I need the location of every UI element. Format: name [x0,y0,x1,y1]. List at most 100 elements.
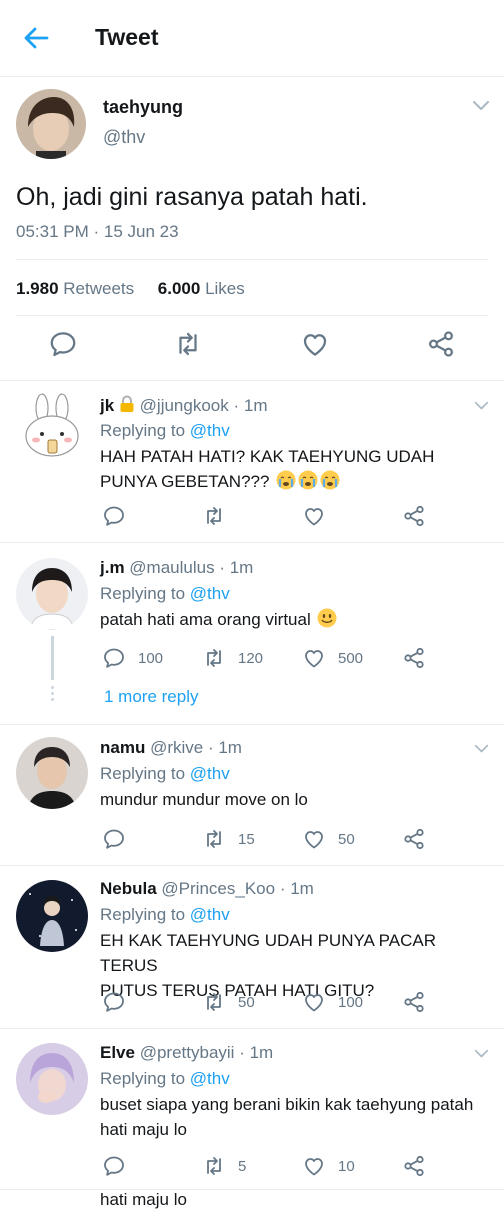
replying-to: Replying to @thv [100,905,230,925]
chevron-down-icon[interactable] [472,99,490,113]
reply-time: · 1m [279,879,314,898]
retweet-button[interactable] [202,504,238,528]
divider [16,259,488,260]
author-name[interactable]: taehyung [103,97,183,118]
reply-author-name[interactable]: jk [100,396,114,415]
replying-to: Replying to @thv [100,764,230,784]
retweet-icon [202,990,226,1014]
crying-emoji [276,470,296,490]
avatar[interactable] [16,392,88,464]
like-icon [302,504,326,528]
replying-label: Replying to [100,1069,186,1088]
replying-to-link[interactable]: @thv [190,421,230,440]
likes-count[interactable]: 6.000 [158,279,201,298]
reply-button[interactable] [102,827,138,851]
reply-tweet[interactable]: namu @rkive · 1m Replying to @thv mundur… [0,725,504,866]
replying-label: Replying to [100,584,186,603]
retweet-button[interactable]: 120 [202,646,263,670]
replying-to-link[interactable]: @thv [190,584,230,603]
reply-header: namu @rkive · 1m [100,738,242,758]
likes-label[interactable]: Likes [205,279,245,298]
like-count: 500 [338,649,364,667]
replying-to: Replying to @thv [100,584,230,604]
replying-to-link[interactable]: @thv [190,1069,230,1088]
reply-icon [102,504,126,528]
replying-to-link[interactable]: @thv [190,764,230,783]
reply-tweet[interactable]: jk @jjungkook · 1m Replying to @thv HAH … [0,380,504,543]
main-tweet: taehyung @thv Oh, jadi gini rasanya pata… [0,77,504,381]
like-icon[interactable] [300,329,330,359]
reply-author-name[interactable]: j.m [100,558,125,577]
share-icon[interactable] [426,329,456,359]
reply-author-name[interactable]: Elve [100,1043,135,1062]
retweet-button[interactable]: 5 [202,1154,246,1178]
reply-author-handle[interactable]: @maululus [129,558,214,577]
reply-tweet[interactable]: Elve @prettybayii · 1m Replying to @thv … [0,1029,504,1190]
tweet-stats: 1.980 Retweets 6.000 Likes [16,279,245,299]
retweet-icon[interactable] [173,329,203,359]
share-icon [402,990,426,1014]
reply-author-handle[interactable]: @prettybayii [140,1043,235,1062]
like-icon [302,990,326,1014]
replying-label: Replying to [100,764,186,783]
reply-button[interactable] [102,990,138,1014]
retweet-count: 5 [238,1157,247,1175]
reply-author-handle[interactable]: @Princes_Koo [161,879,275,898]
reply-icon [102,827,126,851]
share-button[interactable] [402,827,426,851]
retweet-button[interactable]: 50 [202,990,255,1014]
like-button[interactable] [302,504,338,528]
avatar[interactable] [16,880,88,952]
crying-emoji [298,470,318,490]
reply-button[interactable]: 100 [102,646,163,670]
reply-icon[interactable] [48,329,78,359]
reply-header: j.m @maululus · 1m [100,558,253,578]
avatar[interactable] [16,558,88,630]
retweets-count[interactable]: 1.980 [16,279,59,298]
avatar[interactable] [16,1043,88,1115]
replying-to-link[interactable]: @thv [190,905,230,924]
like-button[interactable]: 50 [302,827,355,851]
peek-text: hati maju lo [100,1190,187,1209]
reply-text-line: PUTUS TERUS PATAH HATI GITU? [100,981,375,1000]
avatar[interactable] [16,89,86,159]
replying-to: Replying to @thv [100,421,230,441]
crying-emoji [320,470,340,490]
reply-text: HAH PATAH HATI? KAK TAEHYUNG UDAH PUNYA … [100,444,490,494]
reply-text-line: PUNYA GEBETAN??? [100,472,270,491]
share-button[interactable] [402,504,426,528]
share-button[interactable] [402,646,426,670]
retweet-icon [202,504,226,528]
arrow-left-icon[interactable] [22,24,50,52]
reply-time: · 1m [239,1043,274,1062]
reply-tweet[interactable]: Nebula @Princes_Koo · 1m Replying to @th… [0,866,504,1029]
retweets-label[interactable]: Retweets [63,279,134,298]
more-replies-link[interactable]: 1 more reply [104,687,198,707]
retweet-button[interactable]: 15 [202,827,255,851]
smiley-emoji [317,608,337,628]
chevron-down-icon[interactable] [474,1048,489,1060]
reply-button[interactable] [102,1154,138,1178]
reply-time: · 1m [233,396,268,415]
avatar[interactable] [16,737,88,809]
share-button[interactable] [402,990,426,1014]
reply-text-line: EH KAK TAEHYUNG UDAH PUNYA PACAR TERUS [100,931,436,975]
like-button[interactable]: 10 [302,1154,355,1178]
reply-text: mundur mundur move on lo [100,790,308,809]
reply-button[interactable] [102,504,138,528]
reply-author-name[interactable]: namu [100,738,145,757]
reply-tweet[interactable]: j.m @maululus · 1m Replying to @thv pata… [0,543,504,725]
reply-text-line: patah hati ama orang virtual [100,610,311,629]
like-button[interactable]: 100 [302,990,363,1014]
author-handle[interactable]: @thv [103,127,145,148]
chevron-down-icon[interactable] [474,743,489,755]
like-button[interactable]: 500 [302,646,363,670]
reply-author-handle[interactable]: @jjungkook [140,396,229,415]
reply-author-name[interactable]: Nebula [100,879,157,898]
retweet-icon [202,1154,226,1178]
chevron-down-icon[interactable] [474,400,489,412]
reply-text: patah hati ama orang virtual [100,607,490,632]
share-button[interactable] [402,1154,426,1178]
like-icon [302,646,326,670]
reply-author-handle[interactable]: @rkive [150,738,203,757]
